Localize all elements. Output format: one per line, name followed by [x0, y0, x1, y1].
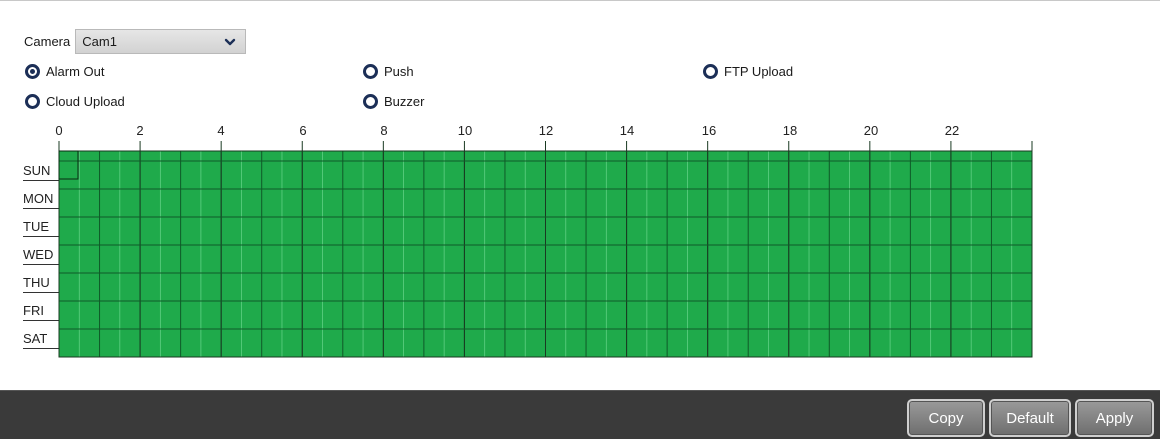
apply-button[interactable]: Apply: [1075, 399, 1154, 437]
footer-bar: Copy Default Apply: [0, 390, 1160, 439]
copy-button[interactable]: Copy: [907, 399, 985, 437]
schedule-grid[interactable]: [0, 0, 1160, 390]
default-button[interactable]: Default: [989, 399, 1071, 437]
